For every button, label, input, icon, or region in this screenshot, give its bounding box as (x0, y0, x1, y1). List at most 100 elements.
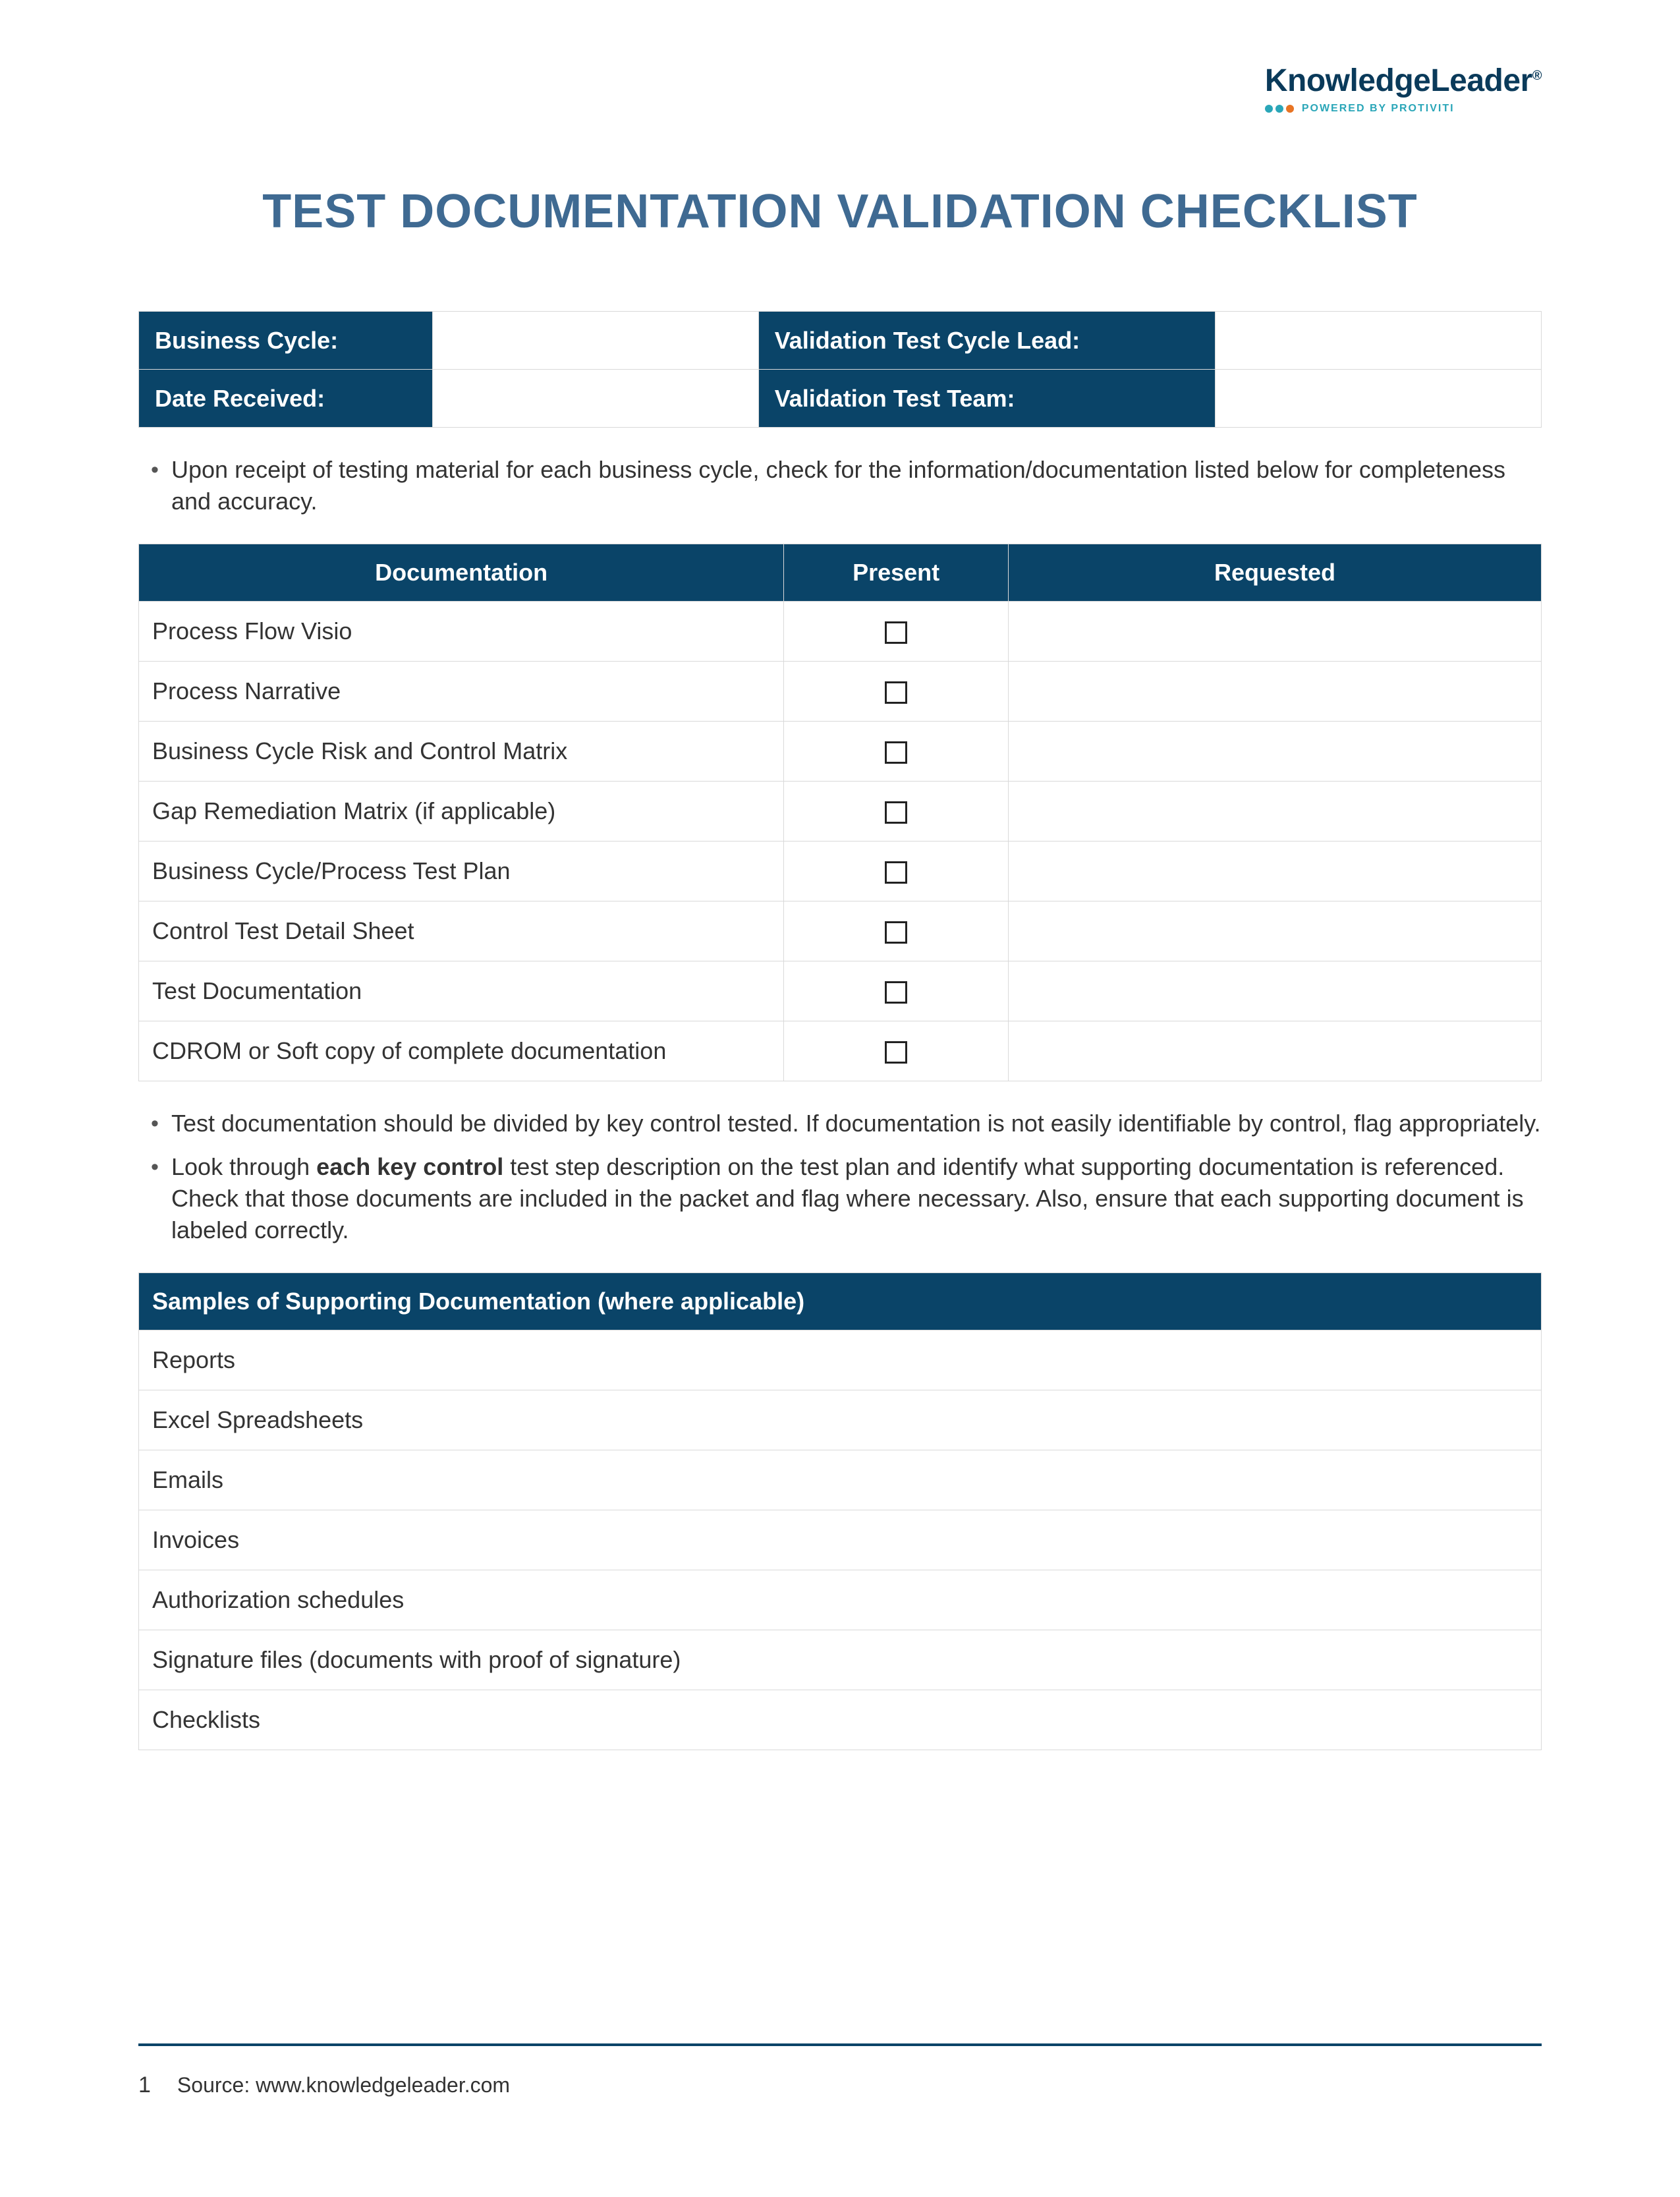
page-title: TEST DOCUMENTATION VALIDATION CHECKLIST (138, 185, 1542, 239)
present-cell (784, 1021, 1009, 1081)
doc-name-cell: Business Cycle/Process Test Plan (139, 842, 784, 901)
table-header-row: Samples of Supporting Documentation (whe… (139, 1273, 1542, 1330)
table-row: Process Narrative (139, 662, 1542, 722)
info-label-date-received: Date Received: (139, 370, 433, 428)
info-value-business-cycle[interactable] (432, 312, 758, 370)
table-row: Reports (139, 1330, 1542, 1390)
sample-item-cell: Emails (139, 1450, 1542, 1510)
info-row: Date Received: Validation Test Team: (139, 370, 1542, 428)
brand-dot-icon (1286, 105, 1294, 113)
table-row: Invoices (139, 1510, 1542, 1570)
sample-item-cell: Invoices (139, 1510, 1542, 1570)
sample-item-cell: Excel Spreadsheets (139, 1390, 1542, 1450)
samples-table: Samples of Supporting Documentation (whe… (138, 1272, 1542, 1750)
present-cell (784, 602, 1009, 662)
table-row: Checklists (139, 1690, 1542, 1750)
table-row: Gap Remediation Matrix (if applicable) (139, 782, 1542, 842)
footer-source: Source: www.knowledgeleader.com (177, 2073, 510, 2097)
bullet-item: •Upon receipt of testing material for ea… (138, 454, 1542, 517)
bullet-text: Test documentation should be divided by … (171, 1108, 1541, 1139)
requested-cell[interactable] (1008, 722, 1541, 782)
checkbox-icon[interactable] (885, 801, 907, 824)
th-present: Present (784, 544, 1009, 602)
table-row: Test Documentation (139, 961, 1542, 1021)
documentation-table: Documentation Present Requested Process … (138, 544, 1542, 1081)
footer: 1 Source: www.knowledgeleader.com (138, 2043, 1542, 2098)
requested-cell[interactable] (1008, 901, 1541, 961)
checkbox-icon[interactable] (885, 1041, 907, 1064)
bullet-item: •Look through each key control test step… (138, 1151, 1542, 1246)
document-page: KnowledgeLeader® POWERED BY PROTIVITI TE… (0, 0, 1680, 1750)
table-row: Business Cycle Risk and Control Matrix (139, 722, 1542, 782)
bullet-text: Look through each key control test step … (171, 1151, 1542, 1246)
present-cell (784, 662, 1009, 722)
table-row: Business Cycle/Process Test Plan (139, 842, 1542, 901)
info-label-lead: Validation Test Cycle Lead: (758, 312, 1215, 370)
table-row: Process Flow Visio (139, 602, 1542, 662)
checkbox-icon[interactable] (885, 741, 907, 764)
doc-name-cell: Control Test Detail Sheet (139, 901, 784, 961)
page-number: 1 (138, 2072, 151, 2098)
table-row: Control Test Detail Sheet (139, 901, 1542, 961)
present-cell (784, 901, 1009, 961)
requested-cell[interactable] (1008, 961, 1541, 1021)
doc-name-cell: Process Narrative (139, 662, 784, 722)
table-row: Authorization schedules (139, 1570, 1542, 1630)
requested-cell[interactable] (1008, 842, 1541, 901)
table-row: Signature files (documents with proof of… (139, 1630, 1542, 1690)
requested-cell[interactable] (1008, 782, 1541, 842)
footer-text: 1 Source: www.knowledgeleader.com (138, 2072, 1542, 2098)
brand-name: KnowledgeLeader (1265, 63, 1532, 98)
th-requested: Requested (1008, 544, 1541, 602)
footer-divider (138, 2043, 1542, 2046)
doc-name-cell: Process Flow Visio (139, 602, 784, 662)
th-documentation: Documentation (139, 544, 784, 602)
checkbox-icon[interactable] (885, 861, 907, 884)
doc-name-cell: Business Cycle Risk and Control Matrix (139, 722, 784, 782)
doc-name-cell: CDROM or Soft copy of complete documenta… (139, 1021, 784, 1081)
bullet-list-mid: •Test documentation should be divided by… (138, 1108, 1542, 1246)
info-row: Business Cycle: Validation Test Cycle Le… (139, 312, 1542, 370)
brand-powered-by: POWERED BY PROTIVITI (1302, 103, 1455, 115)
bullet-icon: • (138, 1108, 171, 1139)
checkbox-icon[interactable] (885, 681, 907, 704)
brand-dot-icon (1265, 105, 1273, 113)
bullet-list-top: •Upon receipt of testing material for ea… (138, 454, 1542, 517)
info-table: Business Cycle: Validation Test Cycle Le… (138, 311, 1542, 428)
table-header-row: Documentation Present Requested (139, 544, 1542, 602)
checkbox-icon[interactable] (885, 621, 907, 644)
present-cell (784, 782, 1009, 842)
table-row: Emails (139, 1450, 1542, 1510)
brand-logo-text: KnowledgeLeader® (1265, 63, 1542, 99)
requested-cell[interactable] (1008, 602, 1541, 662)
present-cell (784, 842, 1009, 901)
table-row: Excel Spreadsheets (139, 1390, 1542, 1450)
requested-cell[interactable] (1008, 662, 1541, 722)
info-value-date-received[interactable] (432, 370, 758, 428)
brand-dot-icon (1275, 105, 1283, 113)
bullet-text: Upon receipt of testing material for eac… (171, 454, 1542, 517)
present-cell (784, 722, 1009, 782)
brand-reg-mark: ® (1532, 69, 1542, 83)
info-value-lead[interactable] (1215, 312, 1541, 370)
info-label-business-cycle: Business Cycle: (139, 312, 433, 370)
info-value-team[interactable] (1215, 370, 1541, 428)
bullet-icon: • (138, 1151, 171, 1183)
table-row: CDROM or Soft copy of complete documenta… (139, 1021, 1542, 1081)
doc-name-cell: Gap Remediation Matrix (if applicable) (139, 782, 784, 842)
brand-block: KnowledgeLeader® POWERED BY PROTIVITI (1265, 63, 1542, 115)
info-label-team: Validation Test Team: (758, 370, 1215, 428)
sample-item-cell: Signature files (documents with proof of… (139, 1630, 1542, 1690)
brand-dots (1265, 105, 1294, 113)
requested-cell[interactable] (1008, 1021, 1541, 1081)
bullet-item: •Test documentation should be divided by… (138, 1108, 1542, 1139)
bullet-icon: • (138, 454, 171, 486)
present-cell (784, 961, 1009, 1021)
sample-item-cell: Authorization schedules (139, 1570, 1542, 1630)
sample-item-cell: Reports (139, 1330, 1542, 1390)
brand-subline: POWERED BY PROTIVITI (1265, 103, 1542, 115)
doc-name-cell: Test Documentation (139, 961, 784, 1021)
checkbox-icon[interactable] (885, 921, 907, 944)
checkbox-icon[interactable] (885, 981, 907, 1004)
sample-item-cell: Checklists (139, 1690, 1542, 1750)
